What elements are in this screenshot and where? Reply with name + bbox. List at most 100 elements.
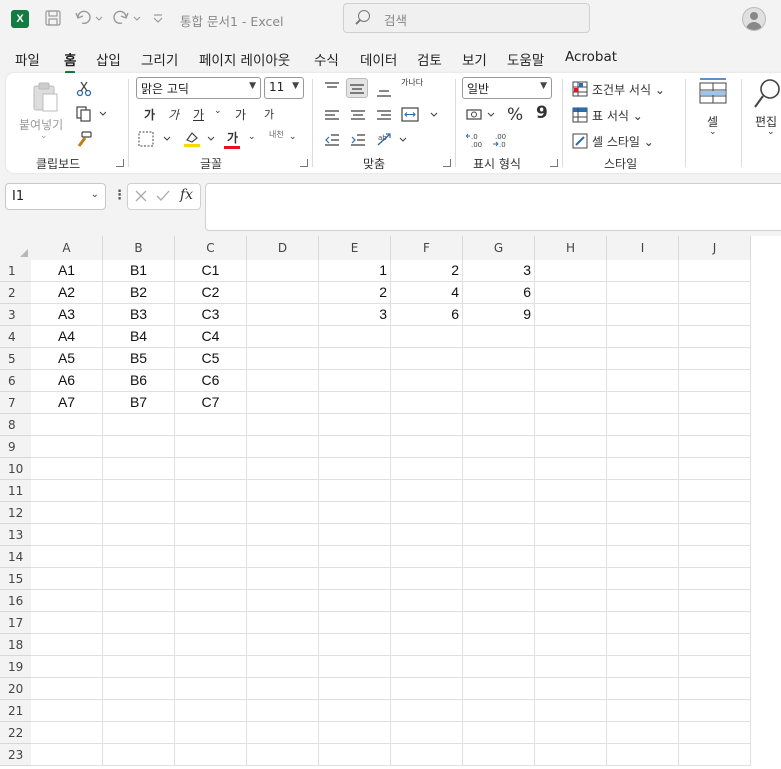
- cell-H15[interactable]: [535, 568, 607, 590]
- cell-H17[interactable]: [535, 612, 607, 634]
- cell-J22[interactable]: [679, 722, 751, 744]
- cell-A17[interactable]: [31, 612, 103, 634]
- cell-B23[interactable]: [103, 744, 175, 766]
- row-header-18[interactable]: 18: [0, 634, 31, 656]
- cell-E11[interactable]: [319, 480, 391, 502]
- cell-A22[interactable]: [31, 722, 103, 744]
- row-header-10[interactable]: 10: [0, 458, 31, 480]
- cell-B5[interactable]: B5: [103, 348, 175, 370]
- cell-C10[interactable]: [175, 458, 247, 480]
- row-header-6[interactable]: 6: [0, 370, 31, 392]
- search-box[interactable]: 검색: [343, 3, 590, 33]
- grow-font-button[interactable]: 가: [235, 106, 246, 123]
- cell-C5[interactable]: C5: [175, 348, 247, 370]
- cell-F4[interactable]: [391, 326, 463, 348]
- cell-D3[interactable]: [247, 304, 319, 326]
- cell-A2[interactable]: A2: [31, 282, 103, 304]
- cell-H18[interactable]: [535, 634, 607, 656]
- cell-G15[interactable]: [463, 568, 535, 590]
- cell-E20[interactable]: [319, 678, 391, 700]
- phonetic-chevron-icon[interactable]: ⌄: [289, 132, 297, 142]
- increase-decimal-icon[interactable]: .0.00: [465, 131, 484, 152]
- cell-G2[interactable]: 6: [463, 282, 535, 304]
- cell-E22[interactable]: [319, 722, 391, 744]
- cell-A19[interactable]: [31, 656, 103, 678]
- cell-D19[interactable]: [247, 656, 319, 678]
- cell-F1[interactable]: 2: [391, 260, 463, 282]
- cell-I19[interactable]: [607, 656, 679, 678]
- cell-E5[interactable]: [319, 348, 391, 370]
- cell-C18[interactable]: [175, 634, 247, 656]
- cell-B20[interactable]: [103, 678, 175, 700]
- cell-E12[interactable]: [319, 502, 391, 524]
- cells-chevron-icon[interactable]: ⌄: [709, 127, 717, 137]
- cell-I13[interactable]: [607, 524, 679, 546]
- cell-A21[interactable]: [31, 700, 103, 722]
- cell-E19[interactable]: [319, 656, 391, 678]
- cell-H21[interactable]: [535, 700, 607, 722]
- cell-D15[interactable]: [247, 568, 319, 590]
- font-name-dropdown[interactable]: 맑은 고딕 ▼: [136, 77, 261, 99]
- cell-D23[interactable]: [247, 744, 319, 766]
- cell-F16[interactable]: [391, 590, 463, 612]
- cell-F14[interactable]: [391, 546, 463, 568]
- cell-I23[interactable]: [607, 744, 679, 766]
- row-header-5[interactable]: 5: [0, 348, 31, 370]
- cell-J1[interactable]: [679, 260, 751, 282]
- tab-file[interactable]: 파일: [15, 49, 40, 69]
- column-header-J[interactable]: J: [679, 236, 751, 260]
- clipboard-launcher-icon[interactable]: [116, 159, 124, 167]
- cell-B8[interactable]: [103, 414, 175, 436]
- editing-chevron-icon[interactable]: ⌄: [767, 127, 775, 137]
- tab-home[interactable]: 홈: [64, 49, 76, 74]
- cell-B15[interactable]: [103, 568, 175, 590]
- cell-D21[interactable]: [247, 700, 319, 722]
- borders-icon[interactable]: [138, 131, 174, 150]
- row-header-17[interactable]: 17: [0, 612, 31, 634]
- cell-C20[interactable]: [175, 678, 247, 700]
- cell-H7[interactable]: [535, 392, 607, 414]
- cell-H6[interactable]: [535, 370, 607, 392]
- merge-center-icon[interactable]: [401, 106, 441, 127]
- cell-J15[interactable]: [679, 568, 751, 590]
- cell-G14[interactable]: [463, 546, 535, 568]
- cell-A1[interactable]: A1: [31, 260, 103, 282]
- cell-G11[interactable]: [463, 480, 535, 502]
- cell-A9[interactable]: [31, 436, 103, 458]
- cell-J11[interactable]: [679, 480, 751, 502]
- cell-I4[interactable]: [607, 326, 679, 348]
- cell-F15[interactable]: [391, 568, 463, 590]
- cell-G9[interactable]: [463, 436, 535, 458]
- row-header-20[interactable]: 20: [0, 678, 31, 700]
- cell-J16[interactable]: [679, 590, 751, 612]
- cell-I14[interactable]: [607, 546, 679, 568]
- cell-I1[interactable]: [607, 260, 679, 282]
- tab-review[interactable]: 검토: [417, 49, 442, 69]
- cell-J19[interactable]: [679, 656, 751, 678]
- cell-H5[interactable]: [535, 348, 607, 370]
- cell-B4[interactable]: B4: [103, 326, 175, 348]
- row-header-22[interactable]: 22: [0, 722, 31, 744]
- row-header-8[interactable]: 8: [0, 414, 31, 436]
- cell-D9[interactable]: [247, 436, 319, 458]
- cell-H20[interactable]: [535, 678, 607, 700]
- row-header-1[interactable]: 1: [0, 260, 31, 282]
- cell-C6[interactable]: C6: [175, 370, 247, 392]
- tab-page-layout[interactable]: 페이지 레이아웃: [199, 49, 290, 69]
- accounting-format-icon[interactable]: [466, 106, 498, 127]
- conditional-formatting-button[interactable]: 조건부 서식 ⌄: [592, 81, 665, 98]
- cell-B17[interactable]: [103, 612, 175, 634]
- select-all-button[interactable]: [0, 236, 31, 260]
- cell-A11[interactable]: [31, 480, 103, 502]
- cell-H13[interactable]: [535, 524, 607, 546]
- cell-I17[interactable]: [607, 612, 679, 634]
- cell-A20[interactable]: [31, 678, 103, 700]
- cell-A13[interactable]: [31, 524, 103, 546]
- cell-H23[interactable]: [535, 744, 607, 766]
- cell-D5[interactable]: [247, 348, 319, 370]
- cell-A23[interactable]: [31, 744, 103, 766]
- tab-insert[interactable]: 삽입: [96, 49, 121, 69]
- cell-F23[interactable]: [391, 744, 463, 766]
- cell-J9[interactable]: [679, 436, 751, 458]
- tab-formulas[interactable]: 수식: [314, 49, 339, 69]
